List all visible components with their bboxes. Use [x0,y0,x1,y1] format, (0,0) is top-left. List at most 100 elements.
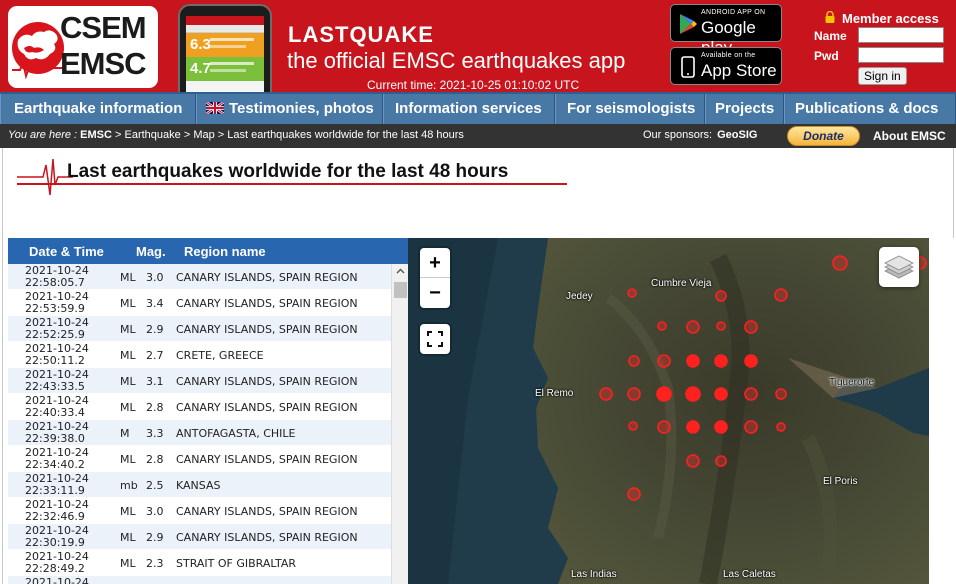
quake-marker[interactable] [599,387,613,401]
table-row[interactable]: 2021-10-24 22:52:25.9 ML 2.9 CANARY ISLANDS,… [8,316,391,342]
quake-marker[interactable] [657,321,667,331]
nav-publications-docs[interactable]: Publications & docs [784,94,956,124]
region-name[interactable]: ANTOFAGASTA, CHILE [176,427,295,440]
quake-marker[interactable] [744,387,758,401]
breadcrumb-link-map[interactable]: Map [193,129,214,141]
nav-information-services[interactable]: Information services [383,94,555,124]
table-row[interactable]: 2021-10-24 22:34:40.2 ML 2.8 CANARY ISLANDS,… [8,446,391,472]
event-datetime: 2021-10-24 22:30:19.9 [25,524,89,549]
region-name[interactable]: CANARY ISLANDS, SPAIN REGION [176,401,358,414]
region-name[interactable]: CRETE, GREECE [176,349,264,362]
table-row[interactable]: 2021-10-24 [8,576,391,584]
column-header-date-time[interactable]: Date & Time [29,244,104,259]
quake-marker[interactable] [686,354,700,368]
quake-marker[interactable] [715,455,727,467]
table-row[interactable]: 2021-10-24 22:39:38.0 M 3.3 ANTOFAGASTA, CHI… [8,420,391,446]
table-row[interactable]: 2021-10-24 22:50:11.2 ML 2.7 CRETE, GREECE [8,342,391,368]
quake-marker[interactable] [627,288,637,298]
event-datetime: 2021-10-24 22:28:49.2 [25,550,89,575]
google-play-button[interactable]: ANDROID APP ON Google play [670,4,782,57]
name-label: Name [814,29,847,43]
quake-marker[interactable] [776,422,786,432]
quake-marker[interactable] [832,255,848,271]
map-label-jedey: Jedey [566,291,593,302]
table-row[interactable]: 2021-10-24 22:33:11.9 mb 2.5 KANSAS [8,472,391,498]
column-header-mag[interactable]: Mag. [136,244,166,259]
fullscreen-button[interactable] [420,324,450,354]
event-datetime: 2021-10-24 22:50:11.2 [25,342,89,367]
table-row[interactable]: 2021-10-24 22:58:05.7 ML 3.0 CANARY ISLANDS,… [8,264,391,290]
quake-marker[interactable] [714,387,728,401]
table-row[interactable]: 2021-10-24 22:28:49.2 ML 2.3 STRAIT OF GIBRA… [8,550,391,576]
about-emsc-link[interactable]: About EMSC [873,129,946,143]
zoom-out-button[interactable]: − [420,278,450,308]
table-row[interactable]: 2021-10-24 22:40:33.4 ML 2.8 CANARY ISLANDS,… [8,394,391,420]
sign-in-button[interactable]: Sign in [858,67,907,85]
quake-marker[interactable] [627,387,641,401]
sponsor-geosig-link[interactable]: GeoSIG [717,129,757,141]
event-datetime: 2021-10-24 22:40:33.4 [25,394,89,419]
quake-marker[interactable] [714,354,728,368]
region-name[interactable]: CANARY ISLANDS, SPAIN REGION [176,531,358,544]
table-row[interactable]: 2021-10-24 22:43:33.5 ML 3.1 CANARY ISLANDS,… [8,368,391,394]
quake-marker[interactable] [744,420,758,434]
magnitude-type: ML [120,557,136,570]
quake-marker[interactable] [657,420,671,434]
nav-testimonies-photos[interactable]: Testimonies, photos [196,94,383,124]
quake-marker[interactable] [714,420,728,434]
name-input[interactable] [858,27,944,43]
quake-marker[interactable] [716,321,726,331]
quake-marker[interactable] [656,386,672,402]
earthquake-map[interactable]: + − Cumbre Vieja Jedey El Remo Tiguerort… [408,238,929,584]
quake-marker[interactable] [657,354,671,368]
quake-marker[interactable] [744,320,758,334]
title-underline [17,183,567,185]
event-datetime: 2021-10-24 22:33:11.9 [25,472,89,497]
table-row[interactable]: 2021-10-24 22:53:59.9 ML 3.4 CANARY ISLANDS,… [8,290,391,316]
lastquake-phone-preview[interactable]: 6.3 4.7 [178,4,272,96]
nav-for-seismologists[interactable]: For seismologists [555,94,705,124]
nav-earthquake-information[interactable]: Earthquake information [0,94,196,124]
password-input[interactable] [858,47,944,63]
breadcrumb-link-earthquake[interactable]: Earthquake [125,129,181,141]
quake-marker[interactable] [628,355,640,367]
quake-marker[interactable] [685,386,701,402]
region-name[interactable]: CANARY ISLANDS, SPAIN REGION [176,323,358,336]
layers-button[interactable] [879,247,919,287]
app-name: LASTQUAKE [288,22,434,47]
region-name[interactable]: KANSAS [176,479,220,492]
quake-marker[interactable] [628,421,638,431]
event-datetime: 2021-10-24 22:53:59.9 [25,290,89,315]
quake-marker[interactable] [686,420,700,434]
quake-marker[interactable] [686,320,700,334]
quake-marker[interactable] [627,487,641,501]
quake-marker[interactable] [744,354,758,368]
region-name[interactable]: STRAIT OF GIBRALTAR [176,557,296,570]
region-name[interactable]: CANARY ISLANDS, SPAIN REGION [176,271,358,284]
breadcrumb-bar: You are here : EMSC > Earthquake > Map >… [0,124,956,148]
column-header-region[interactable]: Region name [184,244,266,259]
main-nav: Earthquake information Testimonies, phot… [0,92,956,124]
donate-button[interactable]: Donate [787,126,860,146]
quake-marker[interactable] [715,290,727,302]
phone-quake-row: 6.3 [186,33,264,57]
table-row[interactable]: 2021-10-24 22:32:46.9 ML 3.0 CANARY ISLANDS,… [8,498,391,524]
breadcrumb-link-emsc[interactable]: EMSC [80,129,112,141]
scroll-up-icon[interactable] [396,268,405,274]
nav-projects[interactable]: Projects [705,94,784,124]
region-name[interactable]: CANARY ISLANDS, SPAIN REGION [176,453,358,466]
emsc-logo[interactable]: CSEM EMSC [8,6,158,88]
scroll-thumb[interactable] [394,282,407,298]
region-name[interactable]: CANARY ISLANDS, SPAIN REGION [176,375,358,388]
quake-marker[interactable] [774,288,788,302]
zoom-in-button[interactable]: + [420,248,450,278]
region-name[interactable]: CANARY ISLANDS, SPAIN REGION [176,297,358,310]
quake-marker[interactable] [775,388,787,400]
app-store-button[interactable]: Available on the App Store [670,47,782,85]
region-name[interactable]: CANARY ISLANDS, SPAIN REGION [176,505,358,518]
quake-marker[interactable] [686,454,700,468]
site-header: CSEM EMSC 6.3 4.7 LASTQUAKE the official… [0,0,956,96]
table-row[interactable]: 2021-10-24 22:30:19.9 ML 2.9 CANARY ISLANDS,… [8,524,391,550]
table-scrollbar[interactable] [391,264,408,584]
current-time: Current time: 2021-10-25 01:10:02 UTC [367,78,580,92]
